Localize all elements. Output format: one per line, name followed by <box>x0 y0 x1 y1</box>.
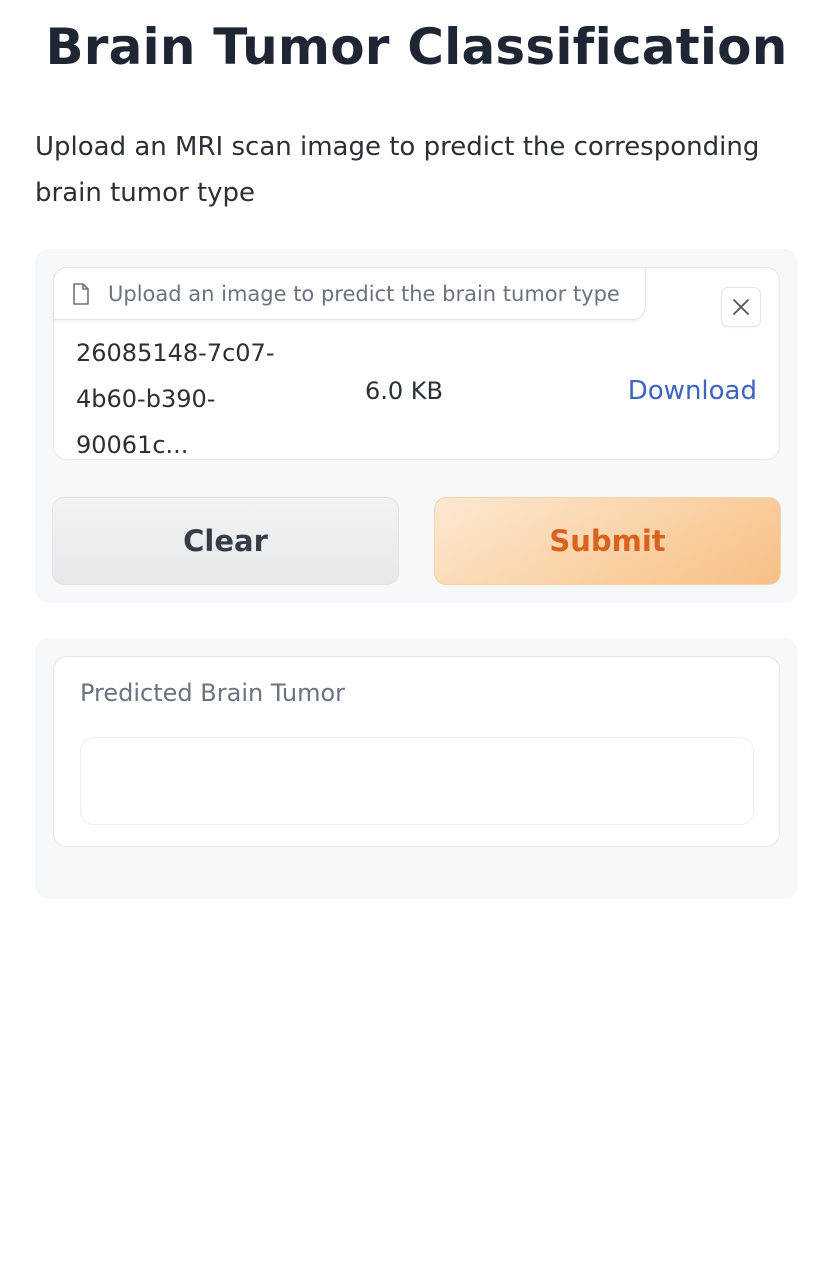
clear-button[interactable]: Clear <box>52 497 399 585</box>
close-icon <box>733 299 749 315</box>
page-description: Upload an MRI scan image to predict the … <box>35 132 760 208</box>
remove-file-button[interactable] <box>721 287 761 327</box>
file-icon <box>73 282 89 305</box>
download-link[interactable]: Download <box>628 368 757 414</box>
page: Brain Tumor Classification Upload an MRI… <box>0 0 833 1280</box>
submit-button[interactable]: Submit <box>434 497 781 585</box>
prediction-textbox[interactable] <box>80 737 754 825</box>
input-panel: Upload an image to predict the brain tum… <box>35 249 798 603</box>
file-upload[interactable]: Upload an image to predict the brain tum… <box>53 267 780 460</box>
file-size: 6.0 KB <box>365 377 443 405</box>
prediction-output: Predicted Brain Tumor <box>53 656 780 847</box>
file-upload-label-text: Upload an image to predict the brain tum… <box>108 281 620 306</box>
page-title: Brain Tumor Classification <box>45 18 788 76</box>
output-panel: Predicted Brain Tumor <box>35 638 798 899</box>
file-upload-label: Upload an image to predict the brain tum… <box>53 267 646 320</box>
prediction-label: Predicted Brain Tumor <box>80 679 345 707</box>
file-name: 26085148-7c07-4b60-b390-90061c... <box>76 339 275 459</box>
